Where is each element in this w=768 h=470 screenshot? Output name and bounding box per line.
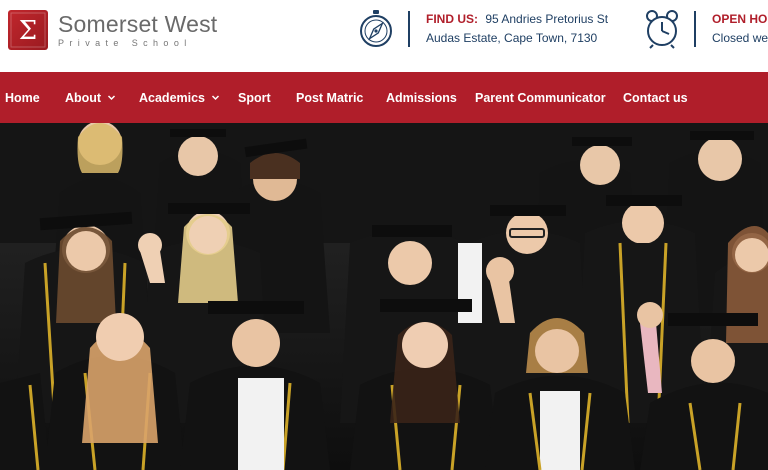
opening-hours-divider xyxy=(694,11,696,47)
nav-label-about: About xyxy=(65,90,102,105)
chevron-down-icon xyxy=(107,93,116,102)
nav-label-admissions: Admissions xyxy=(386,90,457,105)
nav-item-parent-communicator[interactable]: Parent Communicator xyxy=(475,72,606,123)
nav-item-home[interactable]: Home xyxy=(5,72,40,123)
nav-label-academics: Academics xyxy=(139,90,206,105)
nav-label-post-matric: Post Matric xyxy=(296,90,364,105)
nav-label-home: Home xyxy=(5,90,40,105)
nav-item-post-matric[interactable]: Post Matric xyxy=(296,72,363,123)
hero-graduates-photo xyxy=(0,123,768,470)
chevron-down-icon xyxy=(211,93,220,102)
graduates-illustration xyxy=(0,123,768,470)
nav-item-academics[interactable]: Academics xyxy=(139,72,220,123)
nav-item-contact-us[interactable]: Contact us xyxy=(623,72,688,123)
nav-item-about[interactable]: About xyxy=(65,72,116,123)
main-nav: Home About Academics Sport Post Matric A… xyxy=(0,72,768,123)
find-us-label: FIND US: xyxy=(426,12,478,26)
nav-item-sport[interactable]: Sport xyxy=(238,72,271,123)
find-us-block: FIND US: 95 Andries Pretorius St Audas E… xyxy=(358,8,608,50)
opening-hours-block: OPEN HO Closed we xyxy=(644,8,768,50)
school-subtitle: Private School xyxy=(58,37,192,48)
logo-sigma-icon: Σ xyxy=(8,10,48,50)
nav-label-sport: Sport xyxy=(238,90,271,105)
nav-item-admissions[interactable]: Admissions xyxy=(386,72,457,123)
nav-label-contact-us: Contact us xyxy=(623,90,688,105)
alarm-clock-icon xyxy=(644,9,680,49)
site-logo[interactable]: Σ Somerset West Private School xyxy=(8,10,217,50)
address-line-1: 95 Andries Pretorius St xyxy=(485,12,609,26)
school-name: Somerset West xyxy=(58,10,218,37)
svg-text:Σ: Σ xyxy=(19,16,37,46)
opening-hours-label: OPEN HO xyxy=(712,12,768,26)
opening-hours-line-2: Closed we xyxy=(712,31,768,45)
find-us-divider xyxy=(408,11,410,47)
compass-icon xyxy=(358,9,394,49)
site-header: Σ Somerset West Private School FIND US: … xyxy=(0,0,768,72)
nav-label-parent-communicator: Parent Communicator xyxy=(475,90,606,105)
address-line-2: Audas Estate, Cape Town, 7130 xyxy=(426,31,598,45)
